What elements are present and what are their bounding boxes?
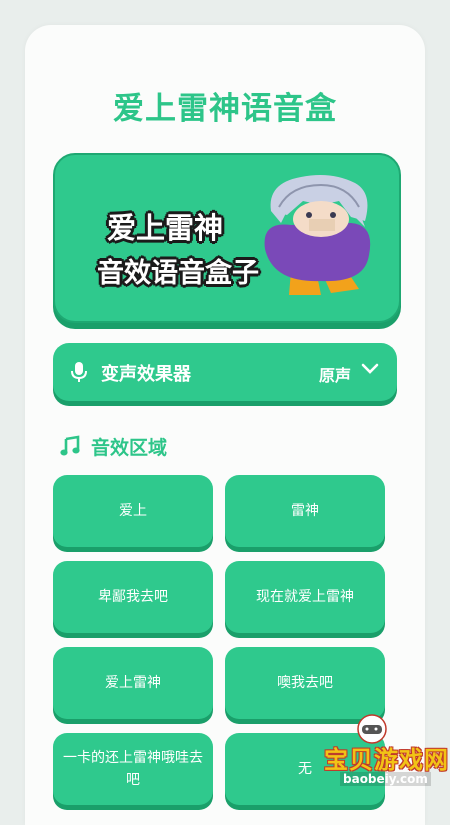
voice-changer-label: 变声效果器 bbox=[101, 360, 191, 386]
sound-button[interactable]: 一卡的还上雷神哦哇去吧 bbox=[53, 733, 213, 805]
chevron-down-icon bbox=[361, 363, 379, 375]
music-note-icon bbox=[59, 435, 81, 457]
watermark-text: 宝贝游戏网 bbox=[324, 740, 449, 775]
microphone-icon bbox=[71, 361, 87, 383]
watermark-logo: 宝贝游戏网 baobeiy.com bbox=[294, 712, 444, 792]
voice-changer-selected-value: 原声 bbox=[319, 362, 351, 386]
app-title: 爱上雷神语音盒 bbox=[25, 83, 425, 128]
banner: 爱上雷神 音效语音盒子 bbox=[53, 153, 401, 323]
sound-button[interactable]: 现在就爱上雷神 bbox=[225, 561, 385, 633]
voice-changer-dropdown[interactable]: 变声效果器 原声 bbox=[53, 343, 397, 401]
section-title: 音效区域 bbox=[91, 433, 167, 460]
sound-button[interactable]: 卑鄙我去吧 bbox=[53, 561, 213, 633]
app-page: 爱上雷神语音盒 爱上雷神 音效语音盒子 变声效果器 bbox=[25, 25, 425, 825]
watermark-url: baobeiy.com bbox=[340, 772, 431, 786]
banner-title-line1: 爱上雷神 bbox=[55, 205, 275, 247]
sound-button[interactable]: 噢我去吧 bbox=[225, 647, 385, 719]
sound-button[interactable]: 爱上雷神 bbox=[53, 647, 213, 719]
sound-button[interactable]: 爱上 bbox=[53, 475, 213, 547]
character-illustration bbox=[251, 171, 385, 301]
sound-button[interactable]: 雷神 bbox=[225, 475, 385, 547]
